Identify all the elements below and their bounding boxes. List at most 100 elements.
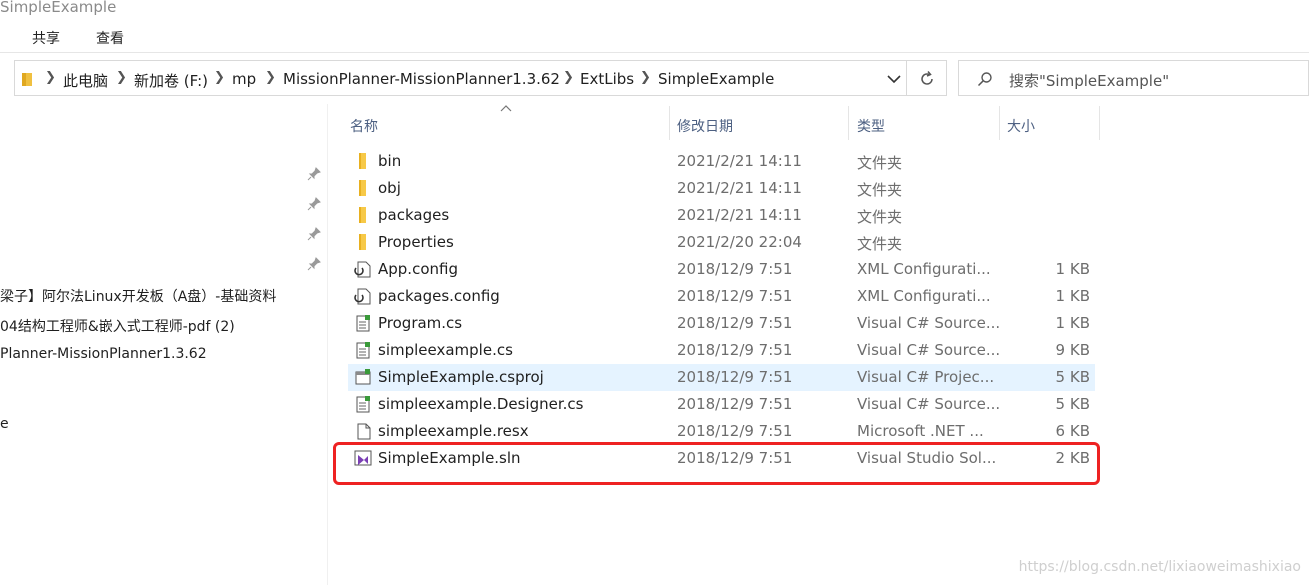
csharp-file-icon	[356, 396, 370, 413]
file-size: 9 KB	[1055, 341, 1090, 359]
file-date: 2021/2/21 14:11	[677, 152, 802, 170]
refresh-icon	[921, 71, 933, 85]
column-divider[interactable]	[1099, 106, 1100, 140]
file-name[interactable]: Properties	[378, 233, 454, 251]
folder-icon	[359, 207, 366, 223]
column-header-name[interactable]: 名称	[350, 116, 378, 136]
file-row[interactable]: Properties 2021/2/20 22:04 文件夹	[348, 229, 1095, 256]
file-size: 6 KB	[1055, 422, 1090, 440]
file-size: 5 KB	[1055, 395, 1090, 413]
pin-icon[interactable]	[307, 167, 321, 181]
file-date: 2018/12/9 7:51	[677, 287, 793, 305]
column-header-type[interactable]: 类型	[857, 116, 885, 136]
file-type: 文件夹	[857, 181, 903, 199]
resx-file-icon	[357, 423, 371, 440]
watermark: https://blog.csdn.net/lixiaoweimashixiao	[1018, 559, 1301, 575]
file-row[interactable]: SimpleExample.csproj 2018/12/9 7:51 Visual…	[348, 364, 1095, 391]
file-date: 2018/12/9 7:51	[677, 368, 793, 386]
column-divider[interactable]	[999, 106, 1000, 140]
file-name[interactable]: bin	[378, 152, 401, 170]
config-file-icon	[354, 261, 371, 278]
file-row[interactable]: obj 2021/2/21 14:11 文件夹	[348, 175, 1095, 202]
address-bar[interactable]: ❯ 此电脑 ❯ 新加卷 (F:) ❯ mp ❯ MissionPlanner-M…	[14, 60, 907, 96]
breadcrumb-missionplanner[interactable]: MissionPlanner-MissionPlanner1.3.62	[283, 70, 560, 88]
file-date: 2018/12/9 7:51	[677, 395, 793, 413]
tab-share[interactable]: 共享	[32, 28, 60, 48]
folder-icon	[359, 180, 366, 196]
file-date: 2018/12/9 7:51	[677, 341, 793, 359]
file-name[interactable]: simpleexample.Designer.cs	[378, 395, 583, 413]
nav-item-alpha-linux[interactable]: 梁子】阿尔法Linux开发板（A盘）-基础资料	[0, 286, 276, 306]
nav-item-engineer-pdf[interactable]: 04结构工程师&嵌入式工程师-pdf (2)	[0, 316, 235, 336]
pane-divider	[327, 104, 328, 585]
chevron-right-icon[interactable]: ❯	[563, 70, 574, 85]
column-header-size[interactable]: 大小	[1007, 116, 1035, 136]
pin-icon[interactable]	[307, 257, 321, 271]
breadcrumb-simpleexample[interactable]: SimpleExample	[658, 70, 774, 88]
file-row[interactable]: simpleexample.cs 2018/12/9 7:51 Visual C# …	[348, 337, 1095, 364]
csharp-file-icon	[356, 315, 370, 332]
file-row[interactable]: Program.cs 2018/12/9 7:51 Visual C# Source…	[348, 310, 1095, 337]
window-title: SimpleExample	[0, 0, 117, 16]
breadcrumb-mp[interactable]: mp	[232, 70, 256, 88]
chevron-right-icon[interactable]: ❯	[640, 70, 651, 85]
file-size: 1 KB	[1055, 260, 1090, 278]
pin-icon[interactable]	[307, 197, 321, 211]
file-name[interactable]: simpleexample.resx	[378, 422, 529, 440]
file-name[interactable]: obj	[378, 179, 401, 197]
file-row[interactable]: packages.config 2018/12/9 7:51 XML Configu…	[348, 283, 1095, 310]
breadcrumb-extlibs[interactable]: ExtLibs	[580, 70, 634, 88]
file-date: 2021/2/21 14:11	[677, 179, 802, 197]
file-type: 文件夹	[857, 235, 903, 253]
file-row[interactable]: simpleexample.resx 2018/12/9 7:51 Microsof…	[348, 418, 1095, 445]
nav-item-e[interactable]: e	[0, 416, 9, 432]
file-size: 1 KB	[1055, 287, 1090, 305]
file-name[interactable]: SimpleExample.csproj	[378, 368, 544, 386]
file-type: Visual C# Projec...	[857, 368, 995, 386]
column-divider[interactable]	[669, 106, 670, 140]
file-name[interactable]: packages.config	[378, 287, 500, 305]
file-type: 文件夹	[857, 208, 903, 226]
file-type: XML Configurati...	[857, 287, 991, 305]
refresh-button[interactable]	[907, 60, 947, 96]
file-date: 2021/2/21 14:11	[677, 206, 802, 224]
column-divider[interactable]	[848, 106, 849, 140]
config-file-icon	[354, 288, 371, 305]
chevron-down-icon[interactable]	[882, 67, 906, 91]
folder-icon	[359, 234, 366, 250]
file-name[interactable]: App.config	[378, 260, 458, 278]
chevron-right-icon[interactable]: ❯	[116, 70, 127, 85]
file-type: Visual C# Source...	[857, 395, 1001, 413]
pin-icon[interactable]	[307, 227, 321, 241]
file-size: 5 KB	[1055, 368, 1090, 386]
file-type: Microsoft .NET ...	[857, 422, 984, 440]
chevron-right-icon[interactable]: ❯	[45, 70, 56, 85]
file-row[interactable]: packages 2021/2/21 14:11 文件夹	[348, 202, 1095, 229]
tab-view[interactable]: 查看	[96, 28, 124, 48]
column-header-date[interactable]: 修改日期	[677, 116, 733, 136]
search-box[interactable]: 搜索"SimpleExample"	[958, 60, 1309, 96]
file-date: 2018/12/9 7:51	[677, 422, 793, 440]
file-name[interactable]: Program.cs	[378, 314, 462, 332]
csproj-file-icon	[355, 369, 371, 385]
file-row[interactable]: bin 2021/2/21 14:11 文件夹	[348, 148, 1095, 175]
highlight-box	[333, 442, 1100, 485]
chevron-right-icon[interactable]: ❯	[265, 70, 276, 85]
sort-ascending-icon	[500, 105, 512, 112]
file-row[interactable]: simpleexample.Designer.cs 2018/12/9 7:51 V…	[348, 391, 1095, 418]
file-row[interactable]: App.config 2018/12/9 7:51 XML Configurati.…	[348, 256, 1095, 283]
file-type: 文件夹	[857, 154, 903, 172]
search-input[interactable]: 搜索"SimpleExample"	[1009, 70, 1169, 91]
file-name[interactable]: simpleexample.cs	[378, 341, 513, 359]
file-name[interactable]: packages	[378, 206, 449, 224]
nav-item-missionplanner[interactable]: Planner-MissionPlanner1.3.62	[0, 346, 207, 362]
file-type: XML Configurati...	[857, 260, 991, 278]
chevron-right-icon[interactable]: ❯	[214, 70, 225, 85]
file-date: 2018/12/9 7:51	[677, 314, 793, 332]
breadcrumb-drive[interactable]: 新加卷 (F:)	[134, 70, 208, 91]
search-icon	[977, 72, 992, 87]
breadcrumb-this-pc[interactable]: 此电脑	[63, 70, 108, 91]
csharp-file-icon	[356, 342, 370, 359]
file-date: 2021/2/20 22:04	[677, 233, 802, 251]
file-date: 2018/12/9 7:51	[677, 260, 793, 278]
